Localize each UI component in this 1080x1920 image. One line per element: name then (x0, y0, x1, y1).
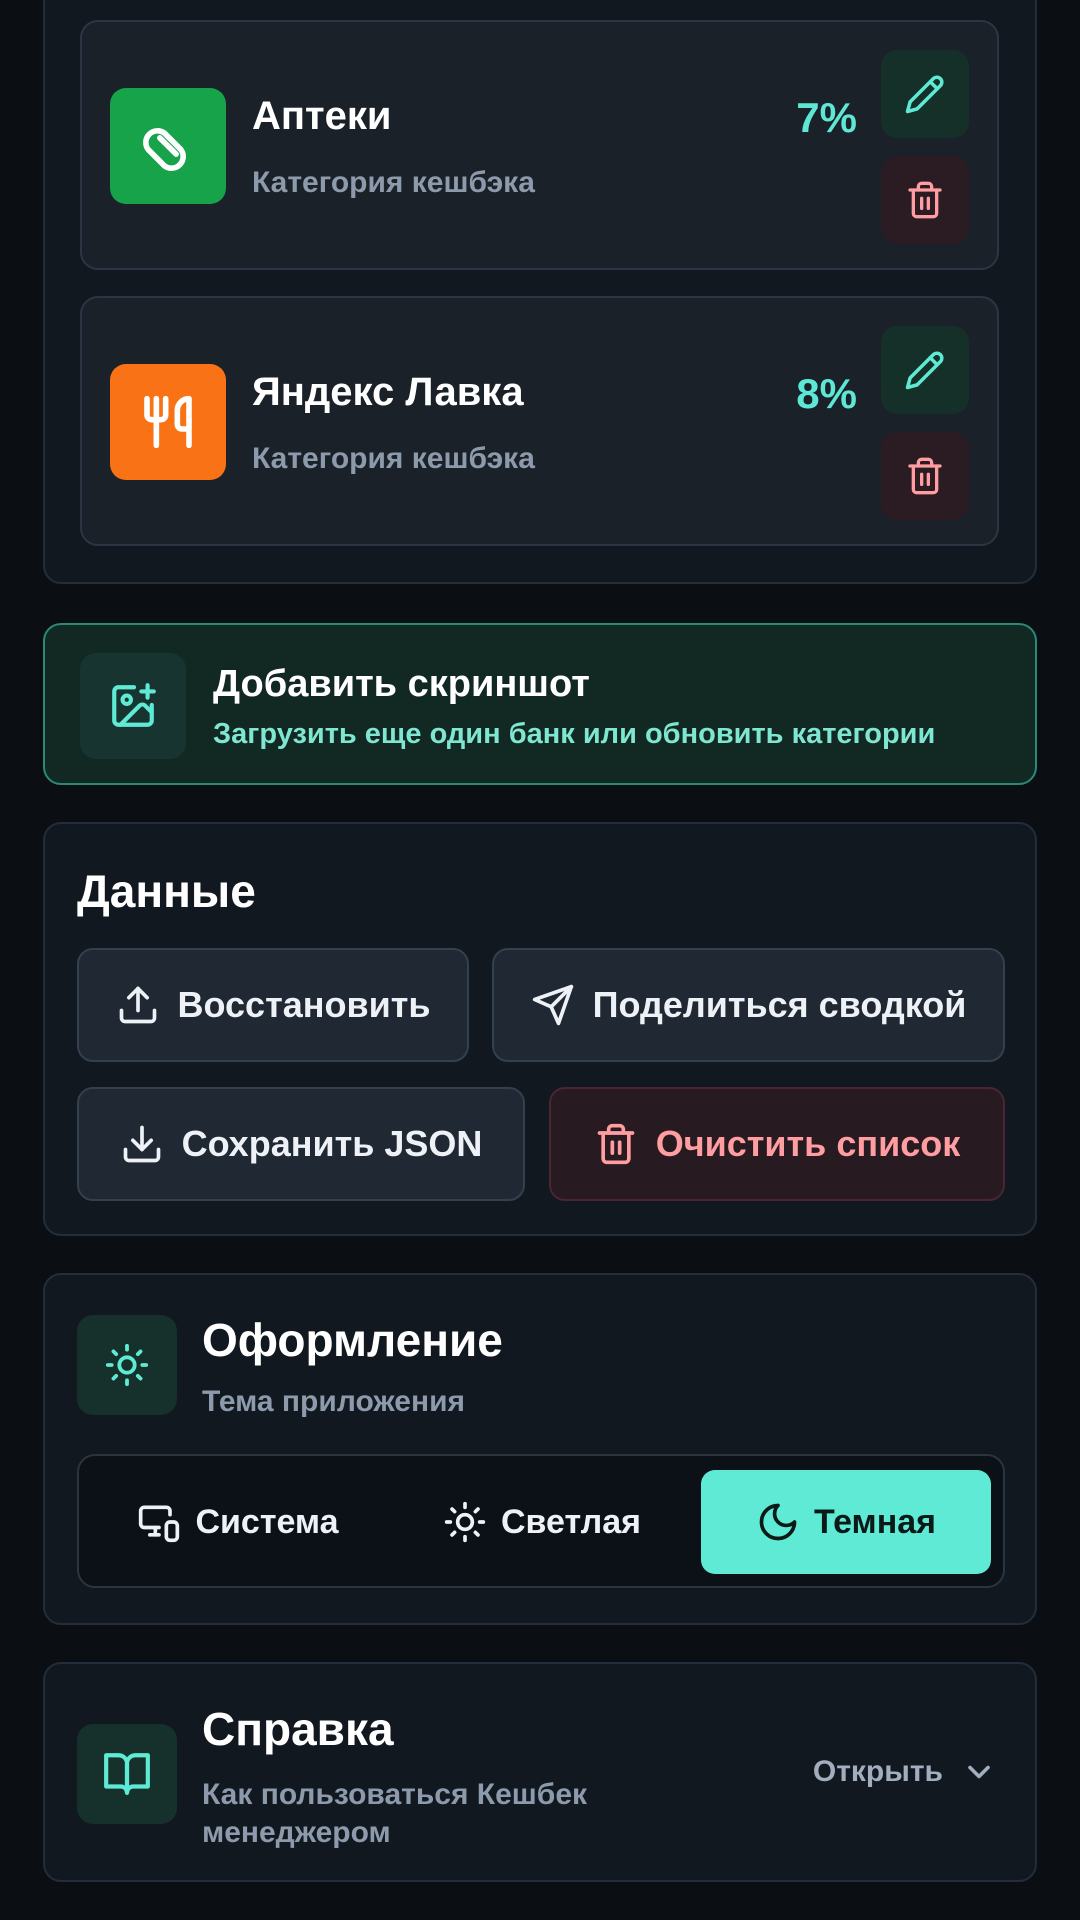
category-card[interactable]: Аптеки Категория кешбэка 7% (80, 20, 999, 270)
category-subtitle: Категория кешбэка (252, 442, 535, 475)
monitor-phone-icon (139, 1505, 180, 1543)
add-screenshot-title: Добавить скриншот (213, 663, 590, 705)
theme-option-label: Светлая (500, 1502, 642, 1541)
theme-option-light[interactable]: Светлая (397, 1470, 687, 1574)
section-title: Данные (77, 865, 256, 917)
clear-list-button[interactable]: Очистить список (549, 1087, 1005, 1201)
category-card[interactable]: Яндекс Лавка Категория кешбэка 8% (80, 296, 999, 546)
help-panel[interactable]: Справка Как пользоваться Кешбек менеджер… (43, 1662, 1037, 1882)
theme-option-label: Темная (814, 1502, 936, 1541)
edit-button[interactable] (881, 50, 969, 138)
add-screenshot-button[interactable]: Добавить скриншот Загрузить еще один бан… (43, 623, 1037, 785)
sun-icon (77, 1315, 177, 1415)
restore-button[interactable]: Восстановить (77, 948, 469, 1062)
sun-icon (444, 1501, 486, 1543)
category-percent: 7% (796, 94, 857, 141)
open-help-button[interactable]: Открыть (813, 1754, 997, 1790)
trash-icon (597, 1123, 635, 1165)
clear-list-label: Очистить список (655, 1123, 961, 1164)
section-title: Справка (202, 1703, 394, 1755)
save-json-button[interactable]: Сохранить JSON (77, 1087, 525, 1201)
share-summary-button[interactable]: Поделиться сводкой (492, 948, 1005, 1062)
section-title: Оформление (202, 1314, 503, 1366)
fork-knife-icon (110, 364, 226, 480)
moon-icon (759, 1503, 797, 1541)
category-percent: 8% (796, 370, 857, 417)
open-label: Открыть (812, 1755, 943, 1788)
category-name: Яндекс Лавка (252, 370, 524, 414)
delete-button[interactable] (881, 156, 969, 244)
theme-panel: Оформление Тема приложения Система Светл… (43, 1273, 1037, 1625)
chevron-down-icon (968, 1765, 990, 1779)
category-subtitle: Категория кешбэка (252, 166, 535, 199)
pencil-icon (905, 75, 944, 114)
theme-option-system[interactable]: Система (93, 1470, 383, 1574)
trash-icon (908, 457, 942, 495)
category-name: Аптеки (252, 94, 392, 138)
share-summary-label: Поделиться сводкой (592, 984, 967, 1025)
restore-label: Восстановить (177, 984, 431, 1025)
trash-icon (908, 181, 942, 219)
pencil-icon (905, 351, 944, 390)
theme-option-label: Система (195, 1502, 339, 1541)
image-plus-icon (80, 653, 186, 759)
save-json-label: Сохранить JSON (181, 1123, 483, 1164)
send-icon (532, 984, 573, 1026)
theme-switcher: Система Светлая Темная (77, 1454, 1005, 1588)
edit-button[interactable] (881, 326, 969, 414)
section-subtitle: Тема приложения (202, 1385, 466, 1418)
data-panel: Данные Восстановить Поделиться сводкой С… (43, 822, 1037, 1236)
pill-icon (110, 88, 226, 204)
theme-option-dark[interactable]: Темная (701, 1470, 991, 1574)
delete-button[interactable] (881, 432, 969, 520)
book-icon (77, 1724, 177, 1824)
download-icon (123, 1125, 160, 1163)
section-subtitle: Как пользоваться Кешбек менеджером (202, 1778, 588, 1849)
upload-icon (119, 986, 156, 1024)
add-screenshot-subtitle: Загрузить еще один банк или обновить кат… (213, 718, 936, 750)
